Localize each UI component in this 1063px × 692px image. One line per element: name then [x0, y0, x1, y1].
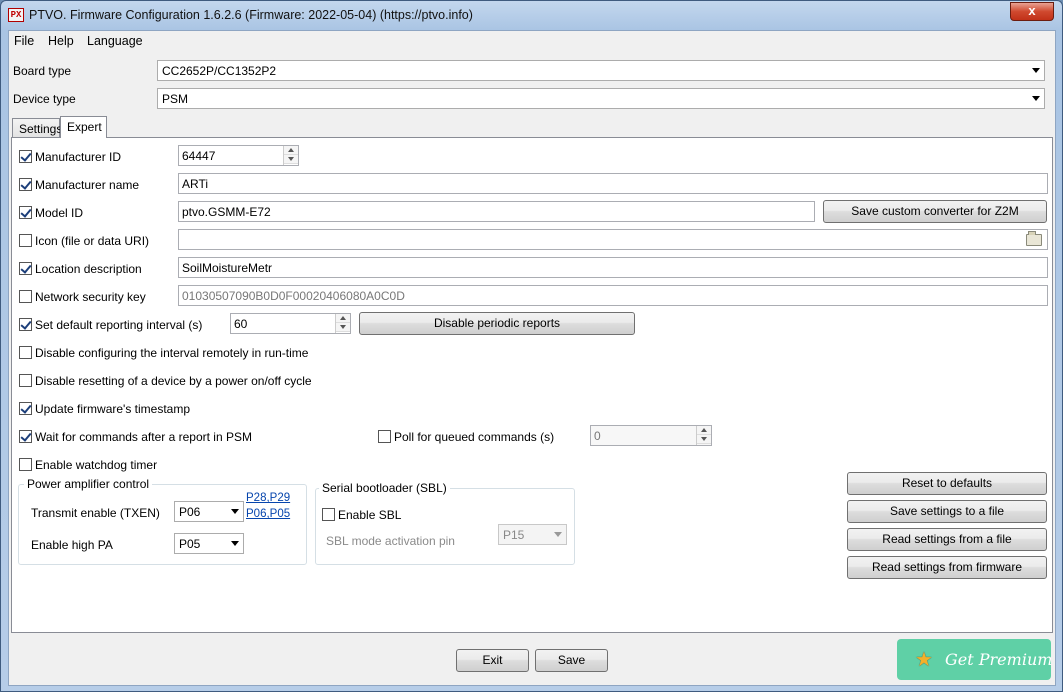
save-to-file-button[interactable]: Save settings to a file — [847, 500, 1047, 523]
enable-sbl-checkbox[interactable] — [322, 508, 335, 521]
reporting-interval-value: 60 — [234, 317, 248, 331]
location-input[interactable]: SoilMoistureMetr — [178, 257, 1048, 278]
expert-panel: Manufacturer ID 64447 Manufacturer name … — [11, 137, 1053, 633]
sbl-pin-label: SBL mode activation pin — [326, 534, 455, 548]
get-premium-button[interactable]: ★ Get Premium — [897, 639, 1053, 680]
security-key-input[interactable]: 01030507090B0D0F00020406080A0C0D — [178, 285, 1048, 306]
wait-commands-label: Wait for commands after a report in PSM — [35, 430, 252, 444]
device-type-select[interactable]: PSM — [157, 88, 1045, 109]
high-pa-label: Enable high PA — [31, 538, 113, 552]
manufacturer-id-value: 64447 — [182, 149, 216, 163]
folder-open-icon[interactable] — [1026, 231, 1042, 246]
board-type-select[interactable]: CC2652P/CC1352P2 — [157, 60, 1045, 81]
chevron-down-icon — [231, 541, 239, 546]
disable-reset-label: Disable resetting of a device by a power… — [35, 374, 312, 388]
disable-reset-checkbox[interactable] — [19, 374, 32, 387]
icon-input[interactable] — [178, 229, 1048, 250]
app-window: PX PTVO. Firmware Configuration 1.6.2.6 … — [0, 0, 1063, 692]
update-timestamp-label: Update firmware's timestamp — [35, 402, 191, 416]
read-from-file-button[interactable]: Read settings from a file — [847, 528, 1047, 551]
get-premium-label: Get Premium — [945, 650, 1053, 669]
exit-button[interactable]: Exit — [456, 649, 529, 672]
high-pa-value: P05 — [179, 537, 201, 551]
poll-queued-spinner[interactable]: 0 — [590, 425, 712, 446]
manufacturer-id-checkbox[interactable] — [19, 150, 32, 163]
txen-value: P06 — [179, 505, 201, 519]
chevron-down-icon — [1032, 96, 1040, 101]
chevron-down-icon — [231, 509, 239, 514]
menu-file[interactable]: File — [14, 34, 34, 48]
security-key-label: Network security key — [35, 290, 146, 304]
spinner-buttons[interactable] — [283, 146, 298, 165]
title-bar[interactable]: PX PTVO. Firmware Configuration 1.6.2.6 … — [1, 1, 1062, 31]
board-type-value: CC2652P/CC1352P2 — [162, 64, 277, 78]
chevron-down-icon — [1032, 68, 1040, 73]
device-type-value: PSM — [162, 92, 189, 106]
icon-label: Icon (file or data URI) — [35, 234, 150, 248]
board-type-label: Board type — [13, 64, 72, 78]
device-type-label: Device type — [13, 92, 76, 106]
enable-sbl-label: Enable SBL — [338, 508, 402, 522]
spin-up-icon[interactable] — [336, 314, 350, 323]
update-timestamp-checkbox[interactable] — [19, 402, 32, 415]
power-amp-title: Power amplifier control — [24, 477, 153, 491]
spinner-buttons[interactable] — [696, 426, 711, 445]
icon-checkbox[interactable] — [19, 234, 32, 247]
reporting-interval-label: Set default reporting interval (s) — [35, 318, 203, 332]
manufacturer-id-label: Manufacturer ID — [35, 150, 122, 164]
sbl-pin-select[interactable]: P15 — [498, 524, 567, 545]
disable-config-interval-checkbox[interactable] — [19, 346, 32, 359]
location-checkbox[interactable] — [19, 262, 32, 275]
poll-queued-checkbox[interactable] — [378, 430, 391, 443]
txen-select[interactable]: P06 — [174, 501, 244, 522]
window-title: PTVO. Firmware Configuration 1.6.2.6 (Fi… — [29, 8, 473, 22]
model-id-checkbox[interactable] — [19, 206, 32, 219]
manufacturer-id-spinner[interactable]: 64447 — [178, 145, 299, 166]
disable-periodic-reports-button[interactable]: Disable periodic reports — [359, 312, 635, 335]
reset-defaults-button[interactable]: Reset to defaults — [847, 472, 1047, 495]
location-label: Location description — [35, 262, 142, 276]
spin-down-icon[interactable] — [697, 435, 711, 444]
spinner-buttons[interactable] — [335, 314, 350, 333]
model-id-label: Model ID — [35, 206, 84, 220]
read-from-firmware-button[interactable]: Read settings from firmware — [847, 556, 1047, 579]
watchdog-label: Enable watchdog timer — [35, 458, 158, 472]
manufacturer-name-input[interactable]: ARTi — [178, 173, 1048, 194]
tab-settings[interactable]: Settings — [12, 118, 62, 138]
wait-commands-checkbox[interactable] — [19, 430, 32, 443]
close-button[interactable]: x — [1010, 2, 1054, 21]
high-pa-select[interactable]: P05 — [174, 533, 244, 554]
spin-down-icon[interactable] — [284, 155, 298, 164]
menu-bar: File Help Language — [9, 31, 1055, 51]
manufacturer-name-checkbox[interactable] — [19, 178, 32, 191]
model-id-input[interactable]: ptvo.GSMM-E72 — [178, 201, 815, 222]
reporting-interval-spinner[interactable]: 60 — [230, 313, 351, 334]
poll-queued-value: 0 — [594, 429, 601, 443]
chevron-down-icon — [554, 532, 562, 537]
save-button[interactable]: Save — [535, 649, 608, 672]
app-icon: PX — [8, 8, 24, 22]
sbl-title: Serial bootloader (SBL) — [319, 481, 450, 495]
save-converter-button[interactable]: Save custom converter for Z2M — [823, 200, 1047, 223]
poll-queued-label: Poll for queued commands (s) — [394, 430, 555, 444]
pin-link-p06-p05[interactable]: P06,P05 — [246, 508, 290, 520]
sbl-pin-value: P15 — [503, 528, 525, 542]
spin-up-icon[interactable] — [284, 146, 298, 155]
txen-label: Transmit enable (TXEN) — [31, 506, 160, 520]
disable-config-interval-label: Disable configuring the interval remotel… — [35, 346, 309, 360]
watchdog-checkbox[interactable] — [19, 458, 32, 471]
reporting-interval-checkbox[interactable] — [19, 318, 32, 331]
tab-expert[interactable]: Expert — [60, 116, 107, 138]
menu-help[interactable]: Help — [48, 34, 74, 48]
menu-language[interactable]: Language — [87, 34, 143, 48]
security-key-checkbox[interactable] — [19, 290, 32, 303]
pin-link-p28-p29[interactable]: P28,P29 — [246, 492, 290, 504]
client-area: File Help Language Board type CC2652P/CC… — [8, 30, 1056, 686]
spin-up-icon[interactable] — [697, 426, 711, 435]
manufacturer-name-label: Manufacturer name — [35, 178, 140, 192]
spin-down-icon[interactable] — [336, 323, 350, 332]
star-icon: ★ — [915, 647, 933, 671]
